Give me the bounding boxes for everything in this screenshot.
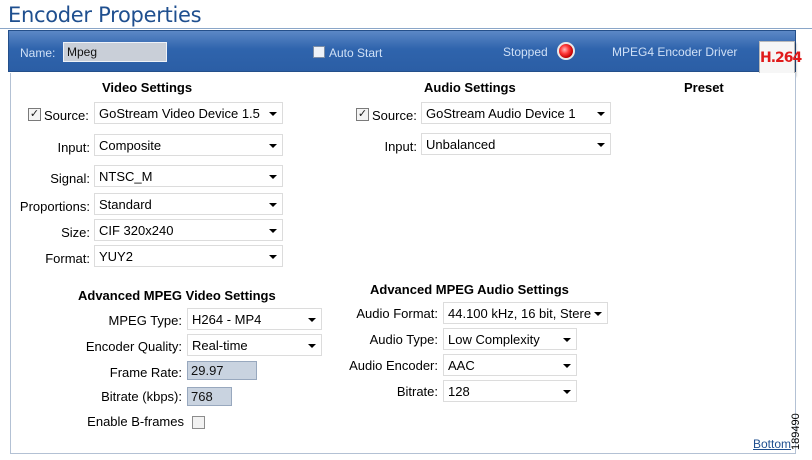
audio-settings-heading: Audio Settings: [424, 80, 516, 95]
size-select[interactable]: CIF 320x240: [94, 219, 283, 241]
encoder-quality-label: Encoder Quality:: [85, 339, 182, 354]
figure-id: 189490: [790, 413, 802, 450]
status-label: Stopped: [503, 45, 548, 59]
chevron-down-icon: [269, 144, 277, 148]
preset-heading: Preset: [684, 80, 724, 95]
video-source-select[interactable]: GoStream Video Device 1.5: [94, 102, 283, 124]
title-divider: [0, 28, 812, 29]
audio-encoder-value: AAC: [448, 358, 475, 373]
frame-rate-label: Frame Rate:: [109, 365, 182, 380]
size-label: Size:: [61, 225, 90, 240]
format-select[interactable]: YUY2: [94, 245, 283, 267]
mpeg-type-label: MPEG Type:: [108, 313, 182, 328]
page-title: Encoder Properties: [8, 3, 202, 27]
proportions-value: Standard: [99, 197, 152, 212]
chevron-down-icon: [563, 364, 571, 368]
signal-value: NTSC_M: [99, 169, 153, 184]
signal-select[interactable]: NTSC_M: [94, 165, 283, 187]
audio-source-checkbox[interactable]: ✓: [356, 108, 369, 121]
video-input-select[interactable]: Composite: [94, 134, 283, 156]
chevron-down-icon: [269, 175, 277, 179]
h264-logo: H.264: [759, 41, 802, 75]
size-value: CIF 320x240: [99, 223, 174, 238]
video-settings-heading: Video Settings: [102, 80, 193, 95]
adv-video-heading: Advanced MPEG Video Settings: [78, 288, 276, 303]
status-indicator-icon[interactable]: [557, 42, 575, 60]
chevron-down-icon: [308, 344, 316, 348]
chevron-down-icon: [308, 318, 316, 322]
chevron-down-icon: [594, 312, 602, 316]
name-input[interactable]: [63, 42, 167, 62]
audio-type-label: Audio Type:: [369, 332, 438, 347]
audio-source-select[interactable]: GoStream Audio Device 1: [421, 102, 611, 124]
b-frames-checkbox[interactable]: [192, 416, 205, 429]
audio-format-select[interactable]: 44.100 kHz, 16 bit, Stere: [443, 302, 608, 324]
audio-source-value: GoStream Audio Device 1: [426, 106, 576, 121]
audio-encoder-select[interactable]: AAC: [443, 354, 577, 376]
video-input-label: Input:: [57, 140, 90, 155]
chevron-down-icon: [269, 203, 277, 207]
signal-label: Signal:: [50, 171, 90, 186]
chevron-down-icon: [269, 229, 277, 233]
proportions-select[interactable]: Standard: [94, 193, 283, 215]
mpeg-type-select[interactable]: H264 - MP4: [187, 308, 322, 330]
bottom-link[interactable]: Bottom: [753, 437, 791, 451]
adv-audio-heading: Advanced MPEG Audio Settings: [370, 282, 569, 297]
video-source-label: Source:: [44, 108, 89, 123]
audio-format-label: Audio Format:: [356, 306, 438, 321]
chevron-down-icon: [563, 338, 571, 342]
audio-input-label: Input:: [384, 139, 417, 154]
auto-start-label: Auto Start: [329, 46, 383, 60]
frame-rate-input[interactable]: [187, 361, 257, 380]
video-source-value: GoStream Video Device 1.5: [99, 106, 260, 121]
bitrate-kbps-input[interactable]: [187, 387, 232, 406]
encoder-quality-select[interactable]: Real-time: [187, 334, 322, 356]
audio-type-value: Low Complexity: [448, 332, 540, 347]
audio-bitrate-label: Bitrate:: [396, 384, 438, 399]
audio-bitrate-select[interactable]: 128: [443, 380, 577, 402]
b-frames-label: Enable B-frames: [87, 414, 184, 429]
audio-type-select[interactable]: Low Complexity: [443, 328, 577, 350]
audio-bitrate-value: 128: [448, 384, 470, 399]
encoder-quality-value: Real-time: [192, 338, 248, 353]
proportions-label: Proportions:: [19, 199, 90, 214]
chevron-down-icon: [563, 390, 571, 394]
video-input-value: Composite: [99, 138, 162, 153]
video-source-checkbox[interactable]: ✓: [28, 108, 41, 121]
bitrate-kbps-label: Bitrate (kbps):: [101, 389, 182, 404]
encoder-header-bar: Name: Auto Start Stopped MPEG4 Encoder D…: [8, 30, 802, 75]
audio-source-label: Source:: [372, 108, 417, 123]
format-value: YUY2: [99, 249, 133, 264]
driver-label: MPEG4 Encoder Driver: [612, 45, 738, 59]
name-label: Name:: [20, 46, 56, 60]
chevron-down-icon: [269, 255, 277, 259]
chevron-down-icon: [597, 112, 605, 116]
audio-encoder-label: Audio Encoder:: [349, 358, 438, 373]
audio-input-select[interactable]: Unbalanced: [421, 133, 611, 155]
format-label: Format:: [45, 251, 90, 266]
chevron-down-icon: [597, 143, 605, 147]
audio-format-value: 44.100 kHz, 16 bit, Stere: [448, 306, 592, 321]
chevron-down-icon: [269, 112, 277, 116]
audio-input-value: Unbalanced: [426, 137, 496, 152]
mpeg-type-value: H264 - MP4: [192, 312, 262, 327]
auto-start-checkbox[interactable]: [313, 46, 325, 58]
